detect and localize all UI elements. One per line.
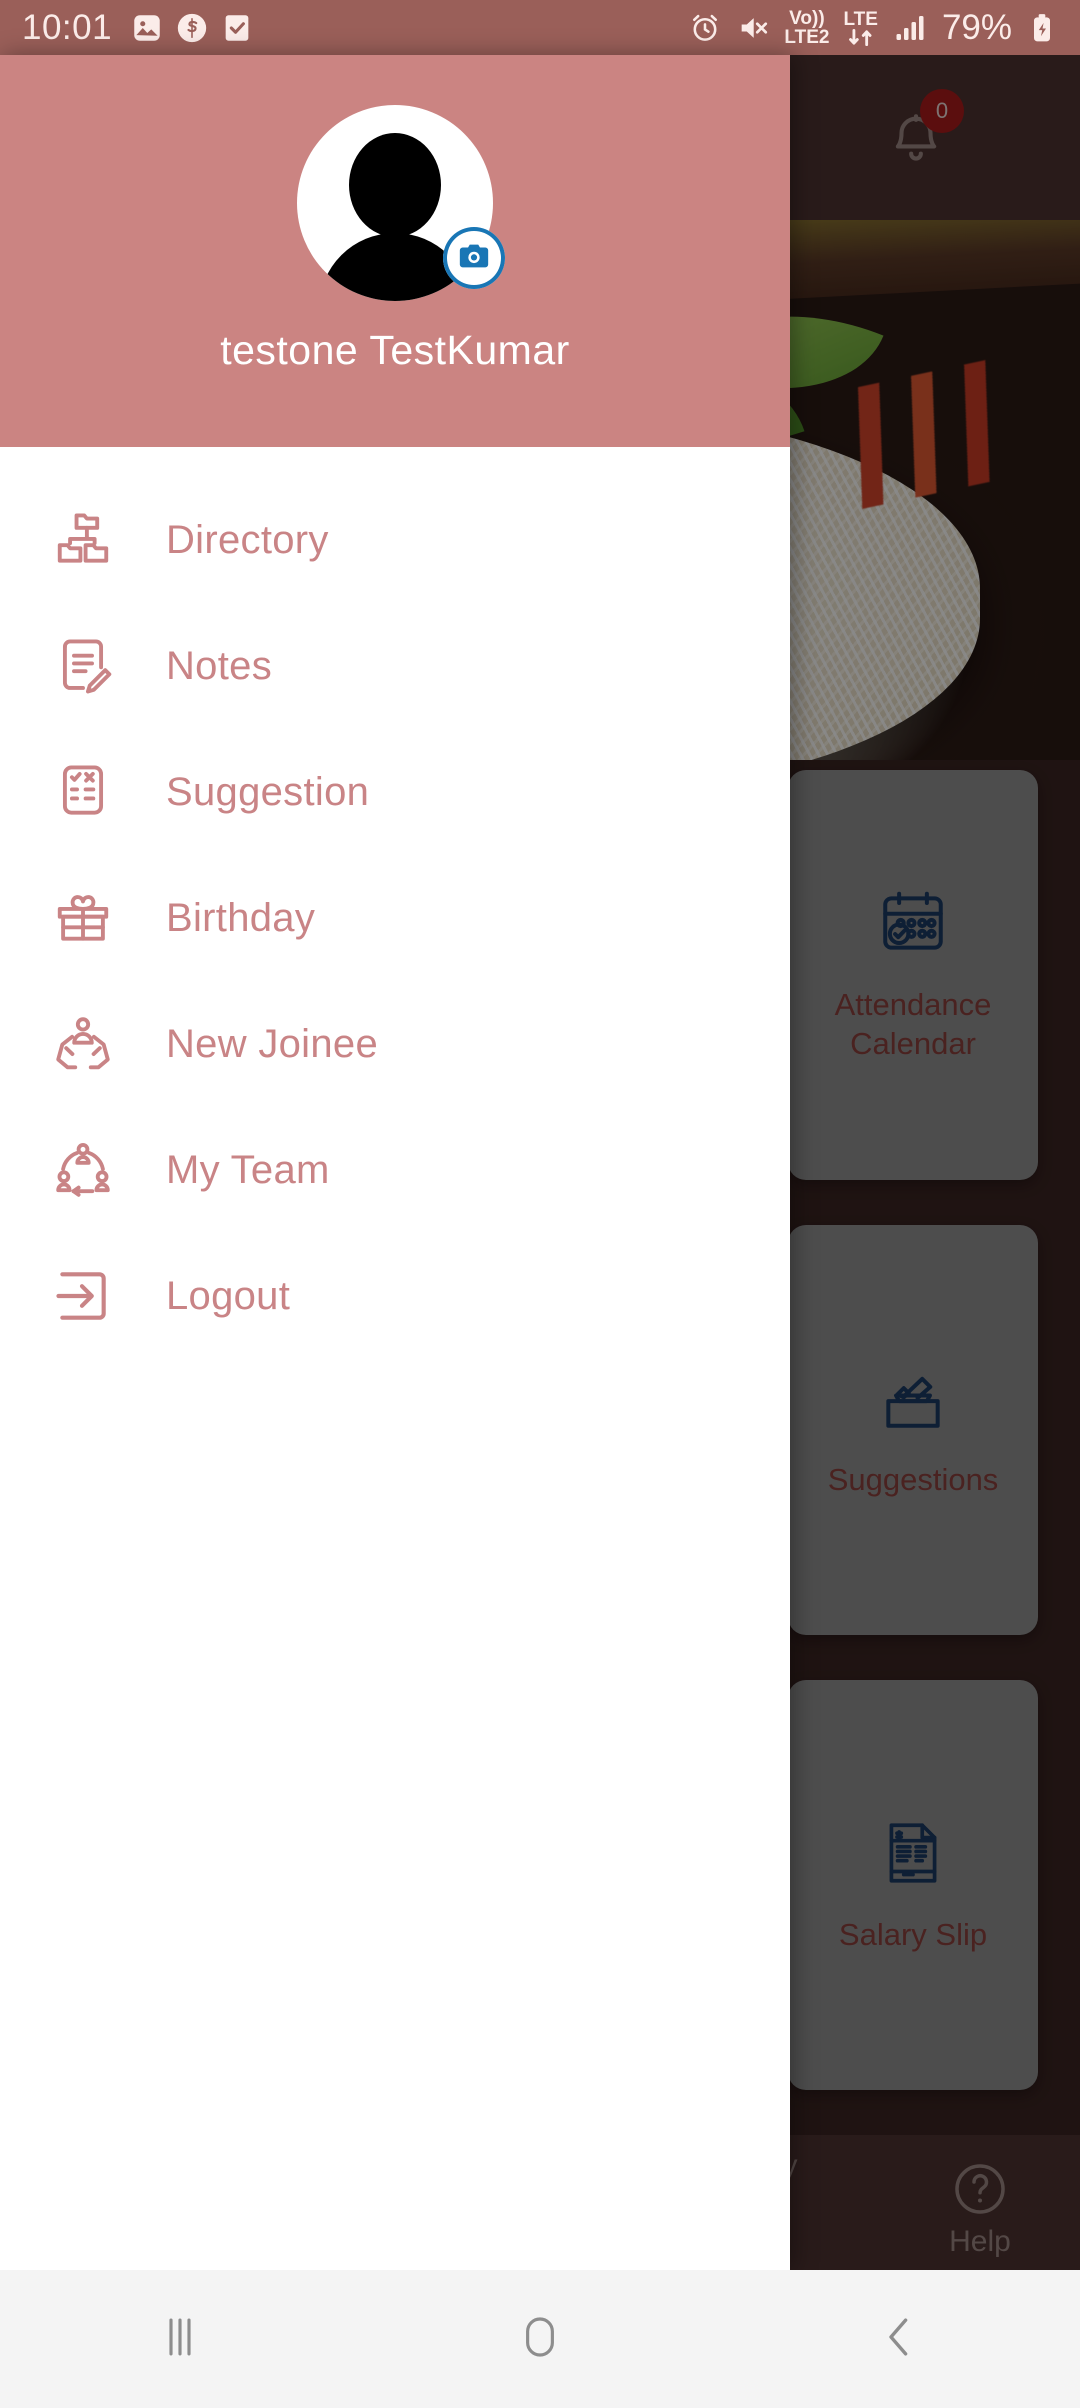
recents-button[interactable]: [0, 2310, 360, 2369]
menu-item-label: Suggestion: [166, 769, 370, 814]
volte-icon: Vo)) LTE2: [784, 7, 830, 48]
back-icon: [873, 2310, 927, 2369]
menu-item-label: My Team: [166, 1147, 330, 1192]
lte-data-icon: LTE: [843, 10, 878, 46]
drawer-menu: Directory Notes Suggestion Birthday New …: [0, 447, 790, 1359]
menu-item-logout[interactable]: Logout: [0, 1233, 790, 1359]
menu-item-label: Logout: [166, 1273, 291, 1318]
logout-arrow-icon: [52, 1265, 114, 1327]
s-app-icon: [175, 11, 209, 45]
battery-percent-label: 79%: [941, 7, 1012, 47]
navigation-drawer: testone TestKumar Directory Notes Sugges…: [0, 55, 790, 2270]
menu-item-label: Directory: [166, 517, 329, 562]
recents-icon: [153, 2310, 207, 2369]
menu-item-birthday[interactable]: Birthday: [0, 855, 790, 981]
menu-item-directory[interactable]: Directory: [0, 477, 790, 603]
hands-holding-person-icon: [52, 1013, 114, 1075]
menu-item-new-joinee[interactable]: New Joinee: [0, 981, 790, 1107]
gallery-icon: [130, 11, 164, 45]
menu-item-label: Notes: [166, 643, 272, 688]
back-button[interactable]: [720, 2310, 1080, 2369]
camera-icon: [457, 239, 491, 278]
team-network-icon: [52, 1139, 114, 1201]
status-bar: 10:01 Vo)) LTE2 LTE 79%: [0, 0, 1080, 55]
home-icon: [513, 2310, 567, 2369]
status-bar-clock: 10:01: [22, 7, 113, 47]
menu-item-suggestion[interactable]: Suggestion: [0, 729, 790, 855]
avatar[interactable]: [297, 105, 505, 301]
menu-item-my-team[interactable]: My Team: [0, 1107, 790, 1233]
checkbox-icon: [220, 11, 254, 45]
menu-item-notes[interactable]: Notes: [0, 603, 790, 729]
signal-icon: [892, 10, 928, 46]
alarm-icon: [688, 11, 722, 45]
drawer-header: testone TestKumar: [0, 55, 790, 447]
note-pencil-icon: [52, 635, 114, 697]
profile-name: testone TestKumar: [220, 327, 570, 373]
camera-badge-button[interactable]: [443, 227, 505, 289]
menu-item-label: New Joinee: [166, 1021, 379, 1066]
battery-charging-icon: [1026, 12, 1058, 44]
org-chart-folders-icon: [52, 509, 114, 571]
gift-box-icon: [52, 887, 114, 949]
mute-icon: [736, 11, 770, 45]
android-navigation-bar: [0, 2270, 1080, 2408]
clipboard-check-cross-icon: [52, 761, 114, 823]
home-button[interactable]: [360, 2310, 720, 2369]
menu-item-label: Birthday: [166, 895, 316, 940]
